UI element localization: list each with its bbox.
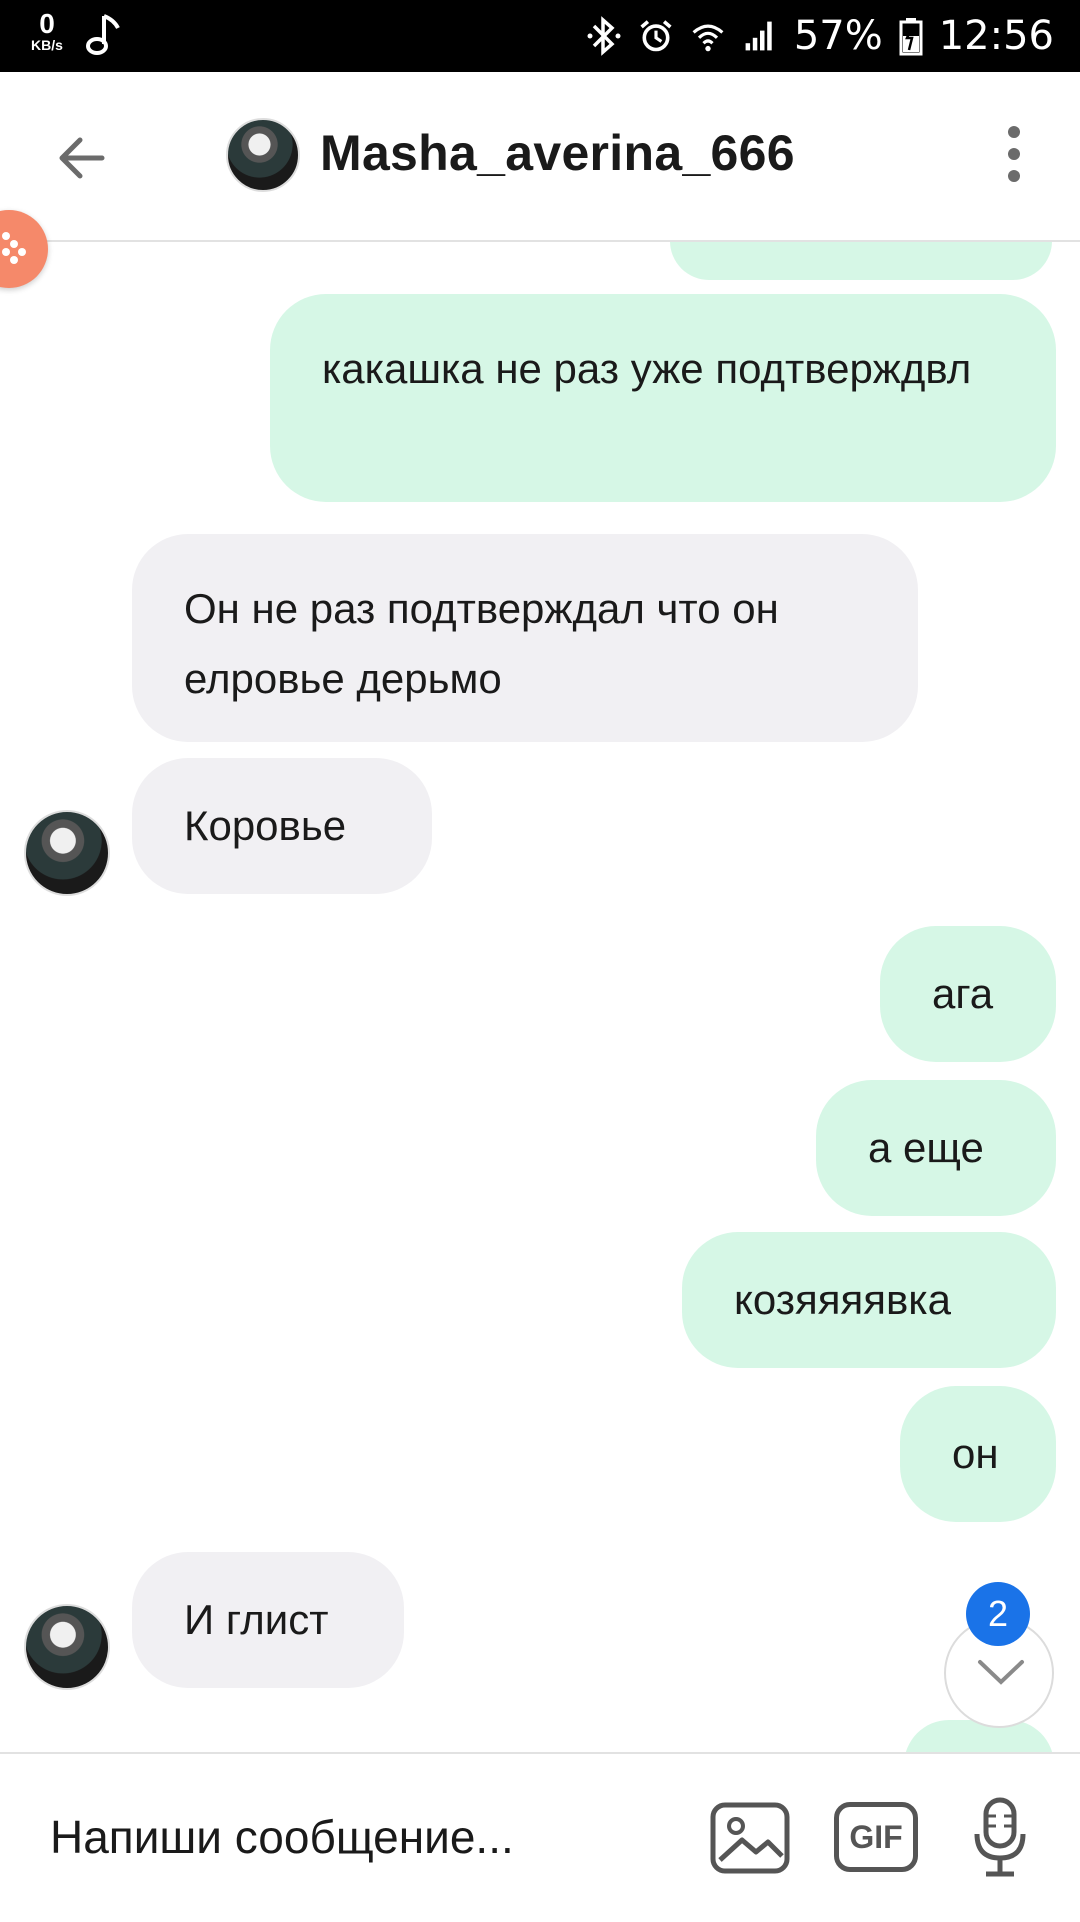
wifi-icon xyxy=(692,24,724,52)
message-text: он xyxy=(952,1430,999,1477)
sender-avatar[interactable] xyxy=(24,810,110,896)
battery-icon xyxy=(899,18,923,56)
message-bubble-partial xyxy=(670,242,1052,280)
microphone-icon[interactable] xyxy=(972,1796,1028,1880)
message-composer: Напиши сообщение... GIF xyxy=(0,1752,1080,1922)
message-text: какашка не раз уже подтверждвл xyxy=(322,345,972,392)
back-arrow-icon[interactable] xyxy=(52,128,112,188)
sender-avatar[interactable] xyxy=(24,1604,110,1690)
network-speed-value: 0 xyxy=(39,8,55,39)
message-bubble-outgoing[interactable]: ага xyxy=(880,926,1056,1062)
unread-count-badge[interactable]: 2 xyxy=(966,1582,1030,1646)
clock: 12:56 xyxy=(938,13,1054,59)
message-bubble-outgoing[interactable]: какашка не раз уже подтверждвл xyxy=(270,294,1056,502)
message-bubble-incoming[interactable]: И глист xyxy=(132,1552,404,1688)
message-input[interactable]: Напиши сообщение... xyxy=(50,1810,514,1864)
message-text: И глист xyxy=(184,1596,329,1643)
alarm-icon xyxy=(640,20,672,52)
music-note-icon xyxy=(86,14,120,55)
chat-header: Masha_averina_666 xyxy=(0,72,1080,242)
message-text: а еще xyxy=(868,1124,984,1171)
network-speed: 0 KB/s xyxy=(22,8,72,53)
gif-label: GIF xyxy=(849,1819,903,1855)
message-list[interactable]: какашка не раз уже подтверждвл Он не раз… xyxy=(0,242,1080,1752)
message-bubble-outgoing[interactable]: он xyxy=(900,1386,1056,1522)
status-bar: 0 KB/s 57% 12:56 xyxy=(0,0,1080,72)
battery-percent: 57% xyxy=(793,13,883,59)
message-bubble-incoming[interactable]: Коровье xyxy=(132,758,432,894)
message-bubble-outgoing[interactable]: а еще xyxy=(816,1080,1056,1216)
network-speed-unit: KB/s xyxy=(31,37,63,53)
message-text: козяяяявка xyxy=(734,1276,951,1323)
message-text: Он не раз подтверждал что он елровье дер… xyxy=(184,585,779,702)
contact-avatar[interactable] xyxy=(226,118,300,192)
bluetooth-icon xyxy=(587,16,621,56)
message-bubble-partial xyxy=(904,1720,1054,1752)
more-options-icon[interactable] xyxy=(1000,126,1028,186)
chevron-down-icon xyxy=(978,1660,1024,1685)
signal-icon xyxy=(745,21,772,51)
message-text: ага xyxy=(932,970,994,1017)
message-bubble-outgoing[interactable]: козяяяявка xyxy=(682,1232,1056,1368)
message-text: Коровье xyxy=(184,802,347,849)
image-icon[interactable] xyxy=(710,1802,790,1874)
gif-button[interactable]: GIF xyxy=(834,1802,918,1872)
message-bubble-incoming[interactable]: Он не раз подтверждал что он елровье дер… xyxy=(132,534,918,742)
contact-name[interactable]: Masha_averina_666 xyxy=(320,124,795,182)
